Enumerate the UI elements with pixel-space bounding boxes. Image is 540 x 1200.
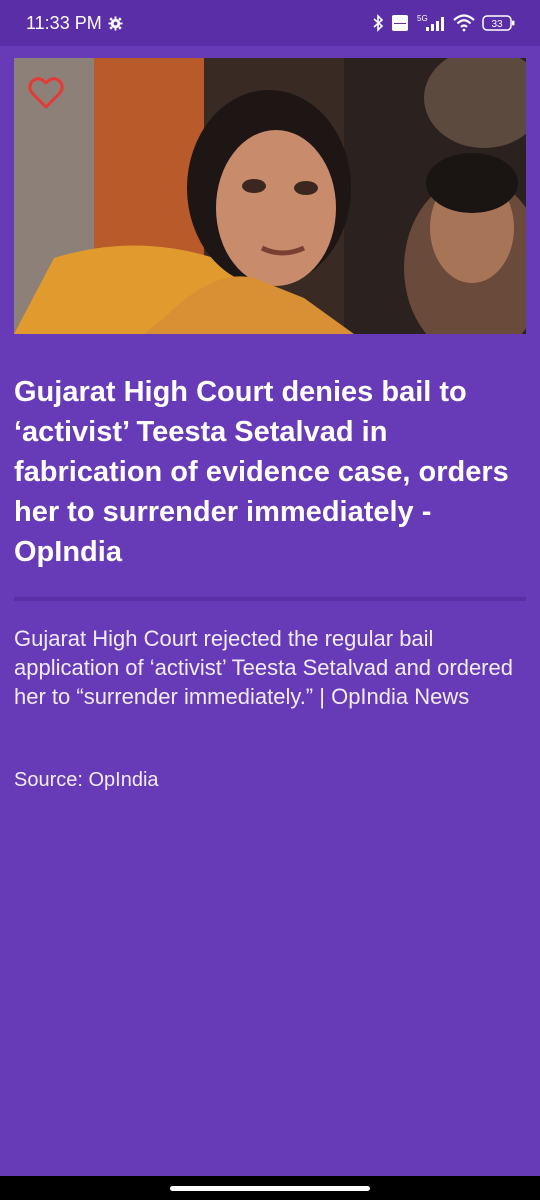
article-source: Source: OpIndia bbox=[14, 769, 159, 791]
heart-outline-icon bbox=[28, 77, 64, 109]
volte-icon bbox=[391, 14, 409, 32]
article-photo bbox=[14, 58, 526, 334]
article-image bbox=[14, 58, 526, 334]
status-bar: 11:33 PM 5G 33 bbox=[0, 0, 540, 46]
status-left: 11:33 PM bbox=[26, 13, 123, 34]
favorite-button[interactable] bbox=[28, 76, 64, 110]
home-indicator[interactable] bbox=[170, 1186, 370, 1191]
article-headline: Gujarat High Court denies bail to ‘activ… bbox=[14, 376, 509, 568]
status-time: 11:33 PM bbox=[26, 12, 102, 33]
signal-icon: 5G bbox=[416, 13, 446, 33]
article-description: Gujarat High Court rejected the regular … bbox=[14, 626, 513, 709]
status-right: 5G 33 bbox=[372, 13, 516, 33]
settings-gear-icon bbox=[108, 15, 123, 31]
divider bbox=[14, 597, 526, 601]
network-type: 5G bbox=[417, 14, 428, 23]
wifi-icon bbox=[453, 14, 475, 32]
battery-level: 33 bbox=[491, 19, 503, 30]
battery-icon: 33 bbox=[482, 14, 516, 32]
bluetooth-icon bbox=[372, 14, 384, 32]
